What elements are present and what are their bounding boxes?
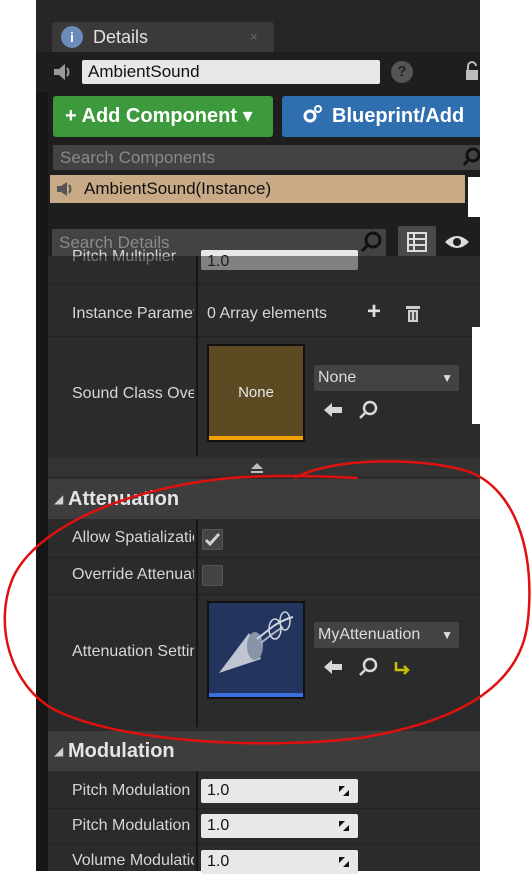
lock-icon[interactable]: [464, 60, 480, 82]
gear-icon: [303, 105, 322, 123]
column-divider: [196, 771, 198, 871]
blueprint-button[interactable]: Blueprint/Add: [282, 96, 480, 137]
add-component-button[interactable]: + Add Component ▾: [53, 96, 273, 137]
plus-icon[interactable]: +: [367, 298, 381, 326]
sound-class-label: Sound Class Override: [72, 385, 194, 402]
instance-params-label: Instance Parameters: [72, 305, 194, 322]
magnifier-icon[interactable]: [357, 399, 379, 421]
search-components-input[interactable]: Search Components: [53, 145, 480, 170]
close-icon[interactable]: ×: [250, 29, 258, 44]
white-edge-block: [472, 327, 480, 424]
tab-title[interactable]: Details: [93, 27, 148, 48]
component-row-ambientsound[interactable]: AmbientSound(Instance): [50, 175, 465, 203]
sound-class-thumbnail-text: None: [238, 384, 274, 401]
reset-to-default-icon[interactable]: [337, 784, 351, 798]
pitch-modulation-max-field[interactable]: 1.0: [201, 814, 358, 838]
grid-view-button[interactable]: [398, 226, 436, 258]
annotation-circle: [3, 460, 531, 745]
reset-to-default-icon[interactable]: [337, 855, 351, 869]
volume-modulation-min-label: Volume Modulation Min: [72, 852, 194, 869]
eye-icon[interactable]: [444, 234, 470, 250]
row-separator: [48, 284, 480, 285]
chevron-down-icon: ▼: [441, 371, 453, 385]
search-icon[interactable]: [463, 147, 480, 167]
speaker-icon: [57, 182, 72, 196]
sound-class-dropdown[interactable]: None ▼: [314, 365, 459, 391]
row-separator: [48, 843, 480, 844]
grid-icon: [407, 232, 427, 252]
blueprint-button-label: Blueprint/Add: [332, 105, 465, 127]
tab-details[interactable]: [52, 22, 274, 52]
arrow-left-icon[interactable]: [322, 399, 344, 421]
pitch-modulation-max-label: Pitch Modulation Max: [72, 817, 194, 834]
reset-to-default-icon[interactable]: [337, 819, 351, 833]
pitch-modulation-min-field[interactable]: 1.0: [201, 779, 358, 803]
help-icon[interactable]: ?: [391, 61, 413, 83]
trash-icon[interactable]: [404, 304, 422, 324]
sound-class-thumbnail-bar: [209, 436, 303, 440]
search-icon[interactable]: [360, 231, 382, 253]
actor-name-input[interactable]: AmbientSound: [82, 60, 380, 84]
column-divider: [196, 256, 198, 456]
sound-class-thumbnail[interactable]: None: [207, 344, 305, 442]
speaker-icon: [54, 64, 70, 80]
row-separator: [48, 808, 480, 809]
row-separator: [48, 336, 480, 337]
white-edge-block: [468, 177, 480, 217]
volume-modulation-min-field[interactable]: 1.0: [201, 850, 358, 874]
sound-class-dropdown-value: None: [318, 369, 357, 386]
scroll-overlay: [48, 256, 480, 270]
instance-params-value: 0 Array elements: [207, 305, 328, 322]
pitch-modulation-min-label: Pitch Modulation Min: [72, 782, 194, 799]
info-icon: i: [61, 26, 83, 48]
